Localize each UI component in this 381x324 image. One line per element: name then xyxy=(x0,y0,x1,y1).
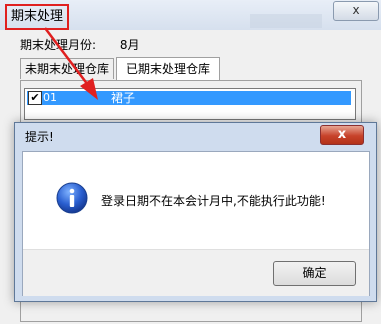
dialog-close-button[interactable]: x xyxy=(320,125,364,145)
dialog-title: 提示! xyxy=(25,130,54,144)
titlebar-ghost xyxy=(250,14,322,28)
dialog-footer: 确定 xyxy=(23,249,369,296)
ok-button[interactable]: 确定 xyxy=(273,261,356,286)
dialog-titlebar: 提示! x xyxy=(15,123,376,149)
window-title: 期末处理 xyxy=(5,4,70,30)
row-checkbox[interactable]: ✔ xyxy=(28,91,42,105)
list-item[interactable]: ✔ 01 裙子 xyxy=(27,91,351,105)
period-value: 8月 xyxy=(119,38,140,52)
info-icon xyxy=(56,182,88,214)
row-name: 裙子 xyxy=(111,91,136,105)
row-code: 01 xyxy=(43,91,57,104)
period-row: 期末处理月份: 8月 xyxy=(20,36,160,53)
dialog-body: 登录日期不在本会计月中,不能执行此功能! 确定 xyxy=(22,151,370,296)
window-close-button[interactable]: x xyxy=(333,1,379,21)
tab-processed[interactable]: 已期末处理仓库 xyxy=(116,57,220,80)
dialog-message: 登录日期不在本会计月中,不能执行此功能! xyxy=(101,194,326,208)
window-titlebar: 期末处理 x xyxy=(0,0,381,30)
tab-unprocessed[interactable]: 未期末处理仓库 xyxy=(20,58,114,79)
alert-dialog: 提示! x 登录日期不在本会计月中,不能执行此功能! 确定 xyxy=(14,122,377,302)
period-label: 期末处理月份: xyxy=(20,38,97,52)
warehouse-list[interactable]: ✔ 01 裙子 xyxy=(24,88,356,120)
